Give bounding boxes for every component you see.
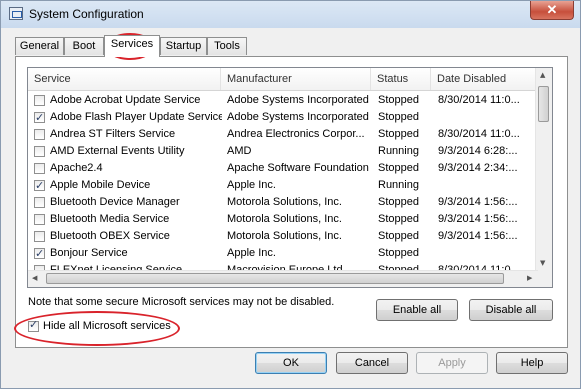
- service-row[interactable]: Bluetooth Media Service Motorola Solution…: [28, 211, 538, 228]
- service-manufacturer-cell: Motorola Solutions, Inc.: [227, 196, 342, 208]
- service-service-cell: Bluetooth Media Service: [50, 213, 170, 225]
- service-service-cell: Bonjour Service: [50, 247, 128, 259]
- scroll-left-arrow-icon[interactable]: ◀: [32, 274, 37, 282]
- service-status-cell: Stopped: [378, 162, 419, 174]
- scroll-right-arrow-icon[interactable]: ▶: [527, 274, 532, 282]
- ok-button[interactable]: OK: [255, 352, 327, 374]
- service-date-cell: 9/3/2014 1:56:...: [438, 230, 518, 242]
- service-row[interactable]: Bluetooth OBEX Service Motorola Solutions…: [28, 228, 538, 245]
- service-service-cell: Adobe Acrobat Update Service: [50, 94, 201, 106]
- service-date-cell: 8/30/2014 11:0...: [438, 128, 520, 140]
- service-manufacturer-cell: Motorola Solutions, Inc.: [227, 230, 342, 242]
- tab-services[interactable]: Services: [104, 35, 160, 57]
- service-manufacturer-cell: Apache Software Foundation: [227, 162, 369, 174]
- service-date-cell: [438, 177, 538, 194]
- tab-boot[interactable]: Boot: [64, 37, 104, 55]
- horizontal-scrollbar[interactable]: ◀ ▶: [28, 270, 538, 287]
- service-status-cell: Stopped: [378, 196, 419, 208]
- scroll-down-arrow-icon[interactable]: ▼: [540, 259, 545, 267]
- service-checkbox[interactable]: [34, 109, 45, 126]
- horizontal-scroll-thumb[interactable]: [46, 273, 504, 284]
- service-row[interactable]: Bluetooth Device Manager Motorola Solutio…: [28, 194, 538, 211]
- title-bar[interactable]: System Configuration ✕: [1, 1, 580, 28]
- service-row[interactable]: Adobe Acrobat Update Service Adobe System…: [28, 92, 538, 109]
- help-button[interactable]: Help: [496, 352, 568, 374]
- service-manufacturer-cell: Andrea Electronics Corpor...: [227, 128, 365, 140]
- service-checkbox[interactable]: [34, 197, 45, 208]
- column-header-manufacturer[interactable]: Manufacturer: [221, 68, 371, 90]
- scrollbar-corner: [536, 271, 552, 287]
- hide-microsoft-services-checkbox[interactable]: [28, 318, 39, 332]
- tab-tools[interactable]: Tools: [207, 37, 247, 55]
- service-status-cell: Stopped: [378, 230, 419, 242]
- enable-all-button[interactable]: Enable all: [376, 299, 458, 321]
- msconfig-app-icon: [9, 7, 23, 20]
- service-status-cell: Stopped: [378, 111, 419, 123]
- scroll-up-arrow-icon[interactable]: ▲: [540, 71, 545, 79]
- column-header-service[interactable]: Service: [28, 68, 221, 90]
- secure-services-note: Note that some secure Microsoft services…: [28, 296, 335, 308]
- service-checkbox[interactable]: [34, 129, 45, 140]
- tab-startup[interactable]: Startup: [160, 37, 207, 55]
- service-date-cell: 8/30/2014 11:0...: [438, 94, 520, 106]
- service-status-cell: Stopped: [378, 94, 419, 106]
- service-service-cell: Bluetooth Device Manager: [50, 196, 180, 208]
- service-date-cell: 9/3/2014 1:56:...: [438, 213, 518, 225]
- cancel-button[interactable]: Cancel: [336, 352, 408, 374]
- service-date-cell: [438, 109, 538, 126]
- service-checkbox[interactable]: [34, 146, 45, 157]
- hide-microsoft-services-label[interactable]: Hide all Microsoft services: [43, 320, 171, 332]
- service-manufacturer-cell: AMD: [227, 145, 252, 157]
- service-manufacturer-cell: Apple Inc.: [227, 247, 276, 259]
- tab-general[interactable]: General: [15, 37, 64, 55]
- apply-button[interactable]: Apply: [416, 352, 488, 374]
- service-service-cell: AMD External Events Utility: [50, 145, 185, 157]
- column-header-status[interactable]: Status: [371, 68, 431, 90]
- service-service-cell: Adobe Flash Player Update Service: [50, 111, 222, 123]
- vertical-scroll-thumb[interactable]: [538, 86, 549, 122]
- services-list[interactable]: Service Manufacturer Status Date Disable…: [27, 67, 553, 288]
- service-checkbox[interactable]: [34, 163, 45, 174]
- vertical-scrollbar[interactable]: ▲ ▼: [535, 68, 552, 271]
- service-row[interactable]: Apple Mobile Device Apple Inc. Running: [28, 177, 538, 194]
- service-status-cell: Stopped: [378, 128, 419, 140]
- close-button[interactable]: ✕: [530, 1, 574, 20]
- list-header: Service Manufacturer Status Date Disable…: [28, 68, 538, 91]
- column-header-date-disabled[interactable]: Date Disabled: [431, 68, 538, 90]
- service-checkbox[interactable]: [34, 177, 45, 194]
- service-row[interactable]: Adobe Flash Player Update Service Adobe S…: [28, 109, 538, 126]
- service-date-cell: 9/3/2014 6:28:...: [438, 145, 518, 157]
- service-date-cell: 9/3/2014 2:34:...: [438, 162, 518, 174]
- service-checkbox[interactable]: [34, 95, 45, 106]
- service-status-cell: Stopped: [378, 213, 419, 225]
- service-service-cell: Apache2.4: [50, 162, 103, 174]
- service-status-cell: Running: [378, 145, 419, 157]
- service-manufacturer-cell: Motorola Solutions, Inc.: [227, 213, 342, 225]
- service-status-cell: Running: [378, 179, 419, 191]
- service-row[interactable]: Bonjour Service Apple Inc. Stopped: [28, 245, 538, 262]
- service-row[interactable]: Andrea ST Filters Service Andrea Electron…: [28, 126, 538, 143]
- service-checkbox[interactable]: [34, 231, 45, 242]
- service-service-cell: Bluetooth OBEX Service: [50, 230, 170, 242]
- system-configuration-window: System Configuration ✕ General Boot Serv…: [0, 0, 581, 389]
- service-row[interactable]: AMD External Events Utility AMD Running 9/3…: [28, 143, 538, 160]
- service-service-cell: Andrea ST Filters Service: [50, 128, 176, 140]
- service-checkbox[interactable]: [34, 245, 45, 262]
- service-service-cell: Apple Mobile Device: [50, 179, 151, 191]
- disable-all-button[interactable]: Disable all: [469, 299, 553, 321]
- service-manufacturer-cell: Adobe Systems Incorporated: [227, 111, 369, 123]
- service-row[interactable]: Apache2.4 Apache Software Foundation Stopp…: [28, 160, 538, 177]
- service-date-cell: [438, 245, 538, 262]
- service-status-cell: Stopped: [378, 247, 419, 259]
- service-manufacturer-cell: Apple Inc.: [227, 179, 276, 191]
- window-title: System Configuration: [29, 7, 144, 21]
- service-manufacturer-cell: Adobe Systems Incorporated: [227, 94, 369, 106]
- service-checkbox[interactable]: [34, 214, 45, 225]
- service-date-cell: 9/3/2014 1:56:...: [438, 196, 518, 208]
